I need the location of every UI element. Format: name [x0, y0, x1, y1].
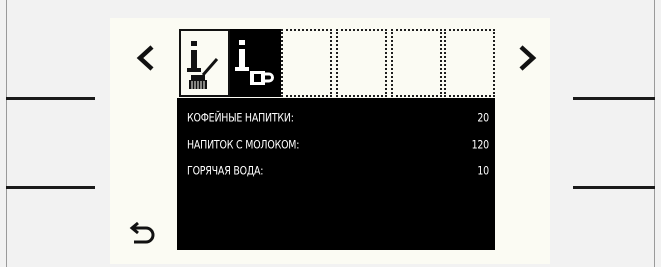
chevron-right-icon[interactable] [515, 44, 539, 72]
stat-row-milk: НАПИТОК С МОЛОКОМ: 120 [187, 133, 489, 158]
tab-empty-1 [281, 29, 332, 97]
chevron-left-icon[interactable] [134, 44, 158, 72]
left-button-top[interactable] [6, 97, 95, 100]
stat-value: 120 [471, 138, 490, 152]
tab-empty-4 [444, 29, 495, 97]
tab-empty-3 [391, 29, 442, 97]
stat-label: НАПИТОК С МОЛОКОМ: [187, 138, 300, 152]
right-button-top[interactable] [573, 97, 655, 100]
stat-label: КОФЕЙНЫЕ НАПИТКИ: [187, 111, 294, 125]
stat-value: 10 [477, 164, 489, 178]
tab-empty-2 [336, 29, 387, 97]
right-button-bottom[interactable] [573, 186, 655, 189]
stat-row-water: ГОРЯЧАЯ ВОДА: 10 [187, 159, 489, 184]
info-coffee-cup-icon [235, 40, 274, 85]
tab-coffee-info[interactable] [230, 29, 281, 97]
stat-row-coffee: КОФЕЙНЫЕ НАПИТКИ: 20 [187, 106, 489, 131]
tab-cleaning-info[interactable] [179, 29, 230, 97]
back-arrow-icon[interactable] [128, 218, 158, 248]
stats-panel: КОФЕЙНЫЕ НАПИТКИ: 20 НАПИТОК С МОЛОКОМ: … [177, 98, 495, 250]
info-cleaning-brush-icon [187, 41, 219, 89]
stat-label: ГОРЯЧАЯ ВОДА: [187, 164, 264, 178]
left-button-bottom[interactable] [6, 186, 95, 189]
stat-value: 20 [477, 111, 489, 125]
